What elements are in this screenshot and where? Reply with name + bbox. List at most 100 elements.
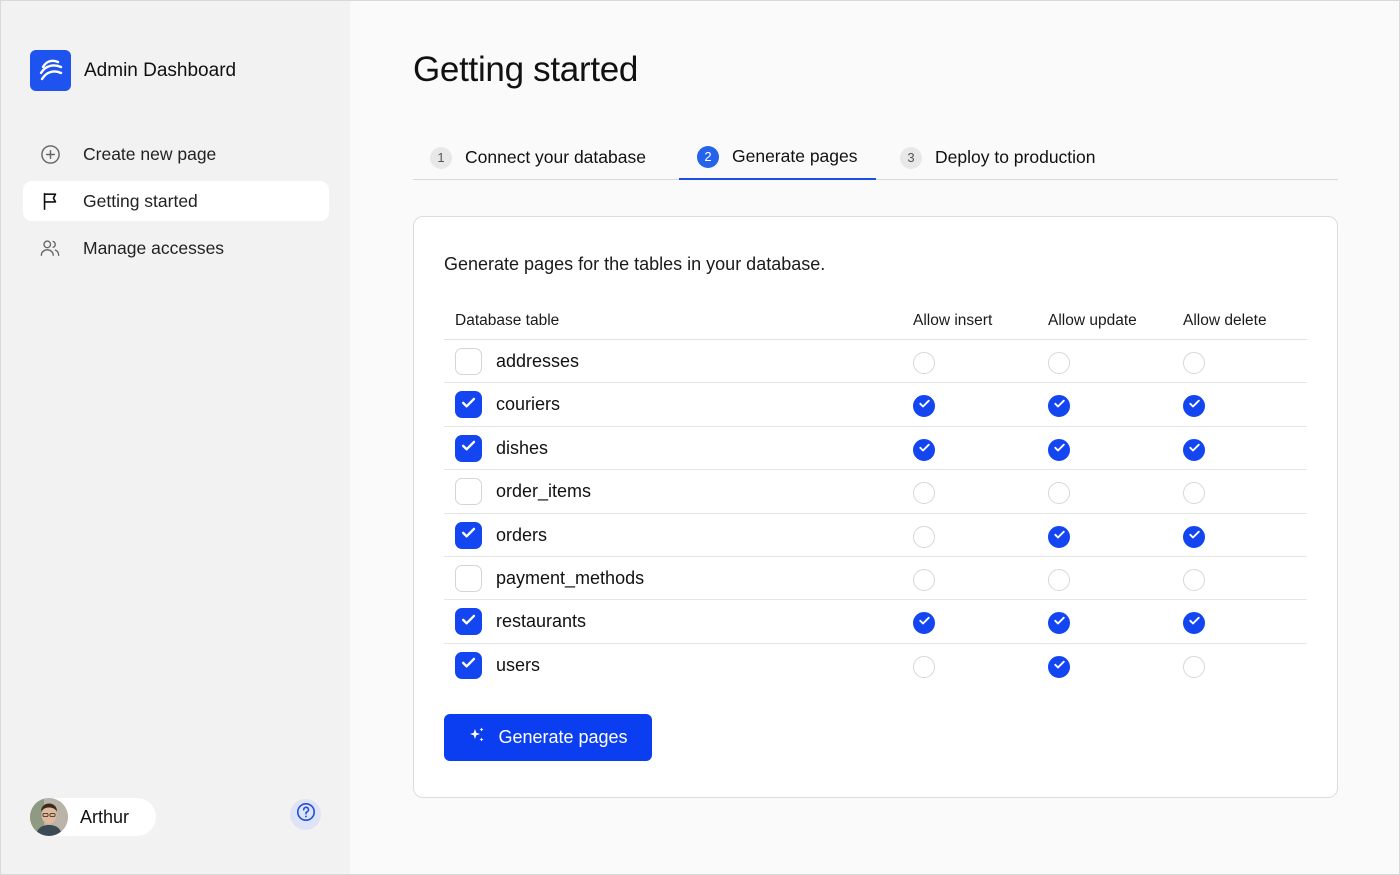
allow-insert-checkbox[interactable] xyxy=(913,525,935,548)
row-select-checkbox[interactable] xyxy=(455,391,482,419)
user-menu[interactable]: Arthur xyxy=(30,798,156,836)
sidebar-nav: Create new page Getting started Manage a… xyxy=(23,134,329,275)
sparkles-icon xyxy=(468,726,486,749)
row-select-checkbox[interactable] xyxy=(455,434,482,462)
allow-update-checkbox[interactable] xyxy=(1048,568,1070,591)
table-row: addresses xyxy=(444,340,1307,384)
check-icon xyxy=(459,436,478,460)
column-header-insert: Allow insert xyxy=(913,312,993,329)
step-deploy-production[interactable]: 3 Deploy to production xyxy=(900,135,1096,180)
sidebar: Admin Dashboard Create new page Getting … xyxy=(1,1,350,874)
sidebar-item-label: Create new page xyxy=(83,143,217,164)
table-row: order_items xyxy=(444,470,1307,514)
allow-delete-checkbox[interactable] xyxy=(1183,568,1205,591)
allow-update-checkbox[interactable] xyxy=(1048,482,1070,505)
check-icon xyxy=(1052,613,1067,633)
row-select-checkbox[interactable] xyxy=(455,478,482,506)
table-body: addresses couriers dishes order_itemsorders… xyxy=(444,340,1307,687)
check-icon xyxy=(1187,613,1202,633)
check-icon xyxy=(917,396,932,416)
allow-delete-checkbox[interactable] xyxy=(1183,395,1205,418)
allow-insert-checkbox[interactable] xyxy=(913,482,935,505)
row-select-checkbox[interactable] xyxy=(455,608,482,636)
row-select-checkbox[interactable] xyxy=(455,564,482,592)
stepper: 1 Connect your database 2 Generate pages… xyxy=(413,135,1338,180)
allow-insert-checkbox[interactable] xyxy=(913,568,935,591)
table-row: restaurants xyxy=(444,600,1307,644)
check-icon xyxy=(1187,440,1202,460)
allow-delete-checkbox[interactable] xyxy=(1183,655,1205,678)
table-row: users xyxy=(444,644,1307,687)
allow-delete-checkbox[interactable] xyxy=(1183,352,1205,374)
table-row: dishes xyxy=(444,427,1307,471)
allow-update-checkbox[interactable] xyxy=(1048,525,1070,548)
sidebar-item-manage-accesses[interactable]: Manage accesses xyxy=(23,228,329,268)
table-name: couriers xyxy=(496,394,561,415)
sidebar-item-create-new-page[interactable]: Create new page xyxy=(23,134,329,174)
check-icon xyxy=(1052,527,1067,547)
check-icon xyxy=(917,613,932,633)
step-number: 1 xyxy=(430,146,452,169)
table-name: restaurants xyxy=(496,611,587,632)
generate-pages-button[interactable]: Generate pages xyxy=(444,714,652,761)
row-select-checkbox[interactable] xyxy=(455,521,482,549)
table-name: dishes xyxy=(496,437,549,458)
plus-circle-icon xyxy=(39,143,61,165)
table-name: users xyxy=(496,654,541,675)
column-header-update: Allow update xyxy=(1048,312,1137,329)
allow-update-checkbox[interactable] xyxy=(1048,395,1070,418)
check-icon xyxy=(1187,396,1202,416)
allow-delete-checkbox[interactable] xyxy=(1183,525,1205,548)
allow-delete-checkbox[interactable] xyxy=(1183,438,1205,461)
allow-insert-checkbox[interactable] xyxy=(913,655,935,678)
users-icon xyxy=(39,237,61,259)
flag-icon xyxy=(39,190,61,212)
step-label: Connect your database xyxy=(465,147,646,167)
brand[interactable]: Admin Dashboard xyxy=(30,50,236,91)
check-icon xyxy=(1052,440,1067,460)
step-label: Deploy to production xyxy=(935,147,1096,167)
allow-update-checkbox[interactable] xyxy=(1048,352,1070,374)
user-name: Arthur xyxy=(80,806,130,827)
check-icon xyxy=(459,523,478,547)
table-row: couriers xyxy=(444,383,1307,427)
table-header: Database table Allow insert Allow update… xyxy=(444,304,1307,340)
allow-delete-checkbox[interactable] xyxy=(1183,612,1205,635)
row-select-checkbox[interactable] xyxy=(455,651,482,679)
table-row: payment_methods xyxy=(444,557,1307,601)
check-icon xyxy=(1052,396,1067,416)
column-header-table: Database table xyxy=(455,312,560,329)
table-row: orders xyxy=(444,514,1307,557)
step-connect-database[interactable]: 1 Connect your database xyxy=(430,135,646,180)
table-name: orders xyxy=(496,524,548,545)
generate-pages-card: Generate pages for the tables in your da… xyxy=(413,216,1338,798)
waves-logo-icon xyxy=(30,50,71,91)
check-icon xyxy=(917,440,932,460)
allow-update-checkbox[interactable] xyxy=(1048,438,1070,461)
table-name: payment_methods xyxy=(496,567,645,588)
card-intro: Generate pages for the tables in your da… xyxy=(444,254,826,274)
app-title: Admin Dashboard xyxy=(84,59,237,81)
row-select-checkbox[interactable] xyxy=(455,348,482,375)
check-icon xyxy=(1187,527,1202,547)
help-button[interactable] xyxy=(290,799,321,830)
allow-insert-checkbox[interactable] xyxy=(913,352,935,374)
table-name: order_items xyxy=(496,481,592,502)
step-generate-pages[interactable]: 2 Generate pages xyxy=(679,135,876,180)
generate-pages-label: Generate pages xyxy=(498,727,628,747)
allow-insert-checkbox[interactable] xyxy=(913,438,935,461)
sidebar-item-label: Manage accesses xyxy=(83,237,225,258)
allow-insert-checkbox[interactable] xyxy=(913,395,935,418)
sidebar-item-label: Getting started xyxy=(83,190,198,211)
allow-update-checkbox[interactable] xyxy=(1048,655,1070,678)
help-circle-icon xyxy=(296,802,316,827)
sidebar-item-getting-started[interactable]: Getting started xyxy=(23,181,329,221)
step-label: Generate pages xyxy=(732,146,858,166)
check-icon xyxy=(1052,657,1067,677)
allow-update-checkbox[interactable] xyxy=(1048,612,1070,635)
allow-insert-checkbox[interactable] xyxy=(913,612,935,635)
step-number: 3 xyxy=(900,146,922,169)
avatar xyxy=(30,798,68,836)
allow-delete-checkbox[interactable] xyxy=(1183,482,1205,505)
step-number: 2 xyxy=(697,145,719,168)
